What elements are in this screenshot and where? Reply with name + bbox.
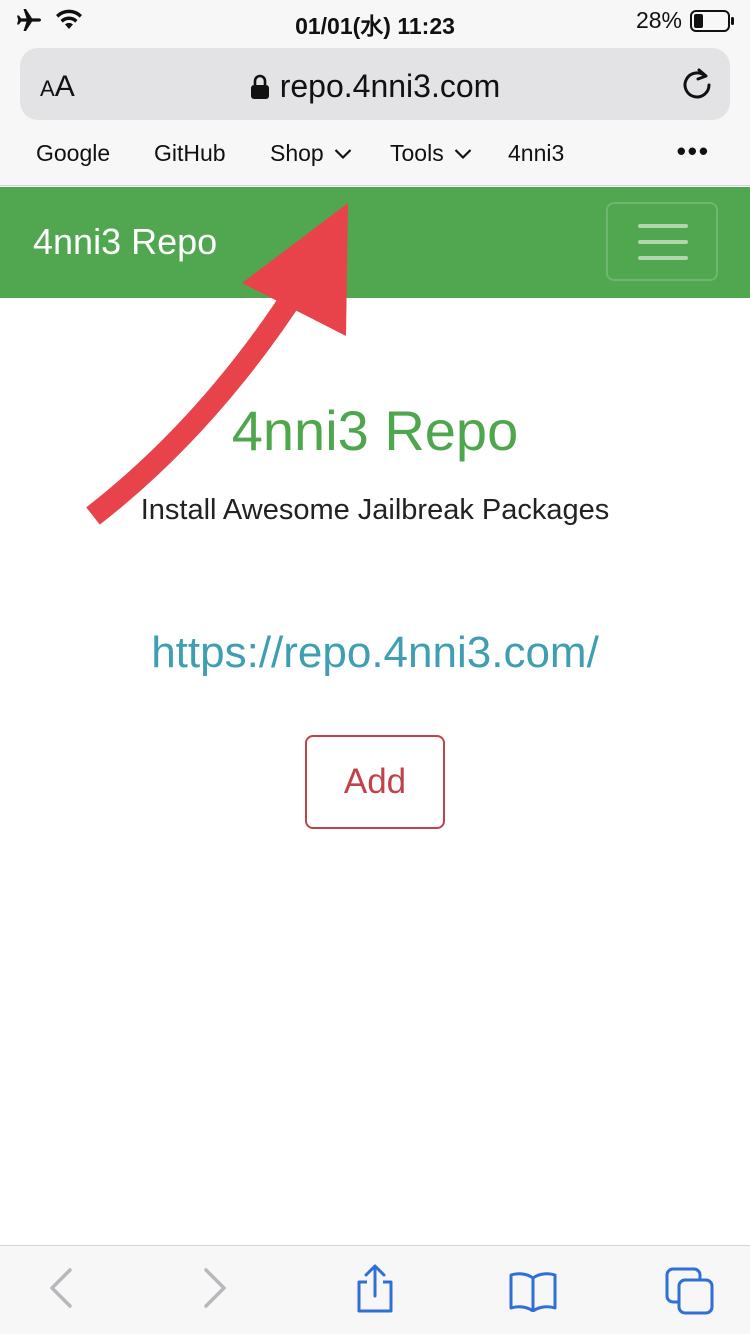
chevron-down-icon	[334, 148, 351, 159]
page-title: 4nni3 Repo	[231, 399, 519, 462]
favorite-google[interactable]: Google	[36, 140, 110, 167]
back-icon[interactable]	[46, 1266, 76, 1310]
status-bar: 01/01(水) 11:23 28%	[0, 0, 750, 40]
forward-icon[interactable]	[200, 1266, 230, 1310]
add-button[interactable]: Add	[305, 735, 445, 829]
hamburger-line	[638, 256, 688, 260]
favorite-4nni3[interactable]: 4nni3	[508, 140, 564, 167]
bottom-toolbar	[0, 1245, 750, 1334]
address-bar[interactable]: AA repo.4nni3.com	[20, 48, 730, 120]
favorite-shop[interactable]: Shop	[270, 140, 352, 167]
navbar-toggle-button[interactable]	[606, 202, 718, 281]
battery-icon	[690, 9, 734, 32]
url-text: repo.4nni3.com	[279, 68, 501, 104]
share-icon[interactable]	[354, 1264, 396, 1314]
status-icons-right: 28%	[636, 7, 736, 34]
favorite-github[interactable]: GitHub	[154, 140, 226, 167]
repo-url-link[interactable]: https://repo.4nni3.com/	[0, 628, 750, 678]
url-field[interactable]: repo.4nni3.com	[20, 68, 730, 105]
navbar-brand[interactable]: 4nni3 Repo	[33, 221, 217, 263]
site-navbar: 4nni3 Repo	[0, 187, 750, 298]
tabs-icon[interactable]	[664, 1266, 716, 1316]
lock-icon	[250, 74, 269, 99]
bookmarks-icon[interactable]	[508, 1270, 558, 1312]
hamburger-line	[638, 224, 688, 228]
favorites-bar: Google GitHub Shop Tools 4nni3 •••	[0, 136, 750, 176]
favorite-tools[interactable]: Tools	[390, 140, 472, 167]
browser-chrome: AA repo.4nni3.com Google GitHub Shop Too…	[0, 40, 750, 186]
page-subtitle: Install Awesome Jailbreak Packages	[140, 494, 610, 526]
hamburger-line	[638, 240, 688, 244]
more-favorites-button[interactable]: •••	[677, 136, 710, 167]
reload-icon[interactable]	[680, 66, 714, 102]
favorite-label: GitHub	[154, 140, 226, 166]
battery-percent: 28%	[635, 7, 682, 33]
favorite-label: Tools	[390, 140, 444, 166]
favorite-label: 4nni3	[508, 140, 565, 166]
favorite-label: Google	[36, 140, 111, 166]
chevron-down-icon	[454, 148, 471, 159]
favorite-label: Shop	[270, 140, 324, 166]
